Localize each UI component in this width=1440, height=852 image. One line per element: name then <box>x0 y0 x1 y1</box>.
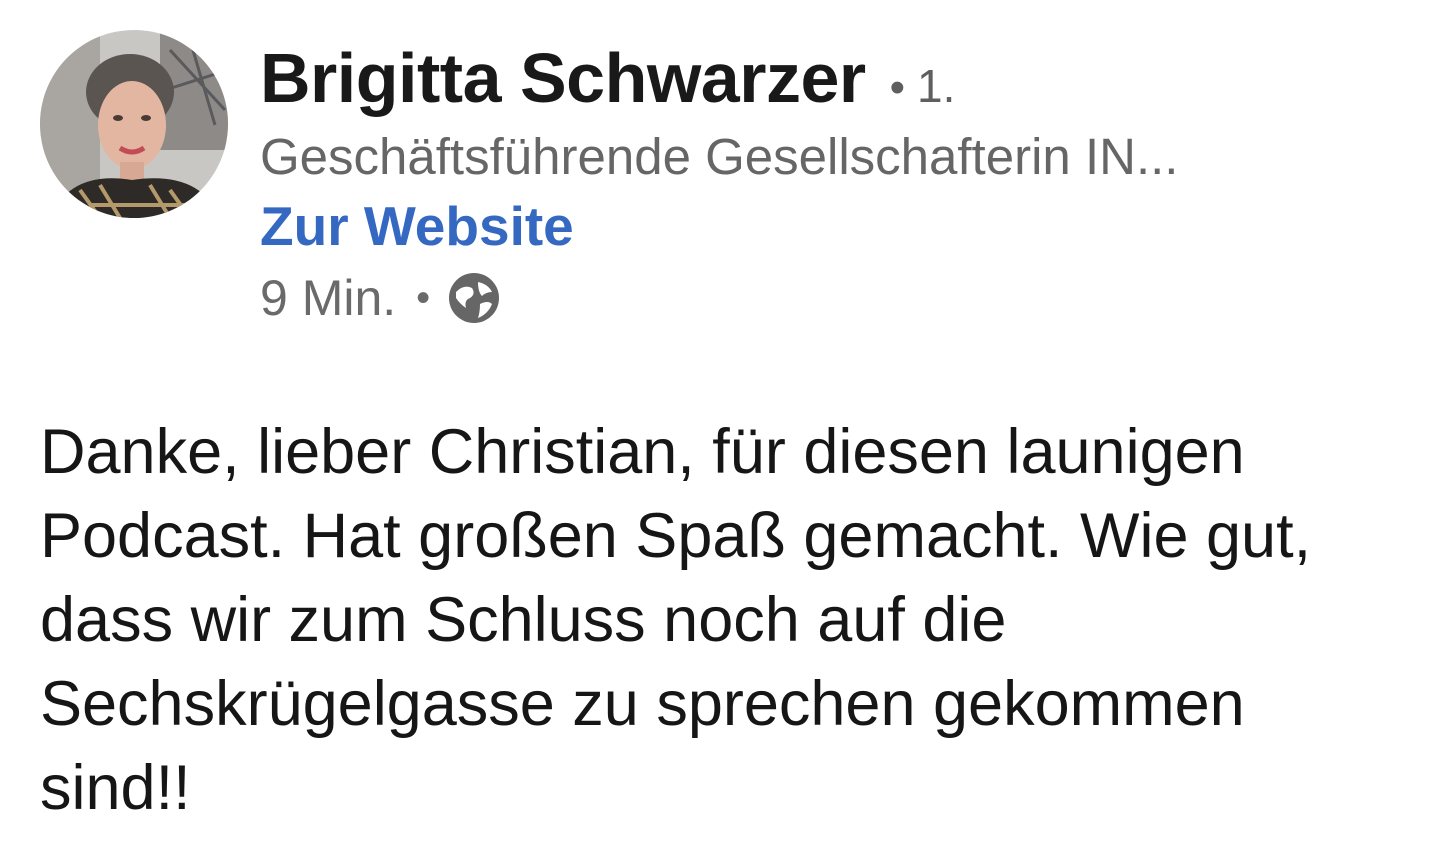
post-meta: 9 Min. • <box>260 262 1420 334</box>
post-header: Brigitta Schwarzer • 1. Geschäftsführend… <box>260 38 1420 334</box>
connection-degree: 1. <box>917 60 956 112</box>
feed-post: Brigitta Schwarzer • 1. Geschäftsführend… <box>0 0 1440 852</box>
post-text: Danke, lieber Christian, für diesen laun… <box>40 417 1312 823</box>
website-link[interactable]: Zur Website <box>260 190 574 262</box>
author-name[interactable]: Brigitta Schwarzer <box>260 38 866 118</box>
author-line: Brigitta Schwarzer • 1. <box>260 38 1420 122</box>
name-separator: • <box>889 63 906 112</box>
meta-separator: • <box>416 275 431 320</box>
post-time: 9 Min. <box>260 270 397 326</box>
globe-icon <box>446 270 502 326</box>
author-headline: Geschäftsführende Gesellschafterin IN... <box>260 128 1179 185</box>
avatar[interactable] <box>40 30 228 218</box>
profile-photo <box>40 30 228 218</box>
